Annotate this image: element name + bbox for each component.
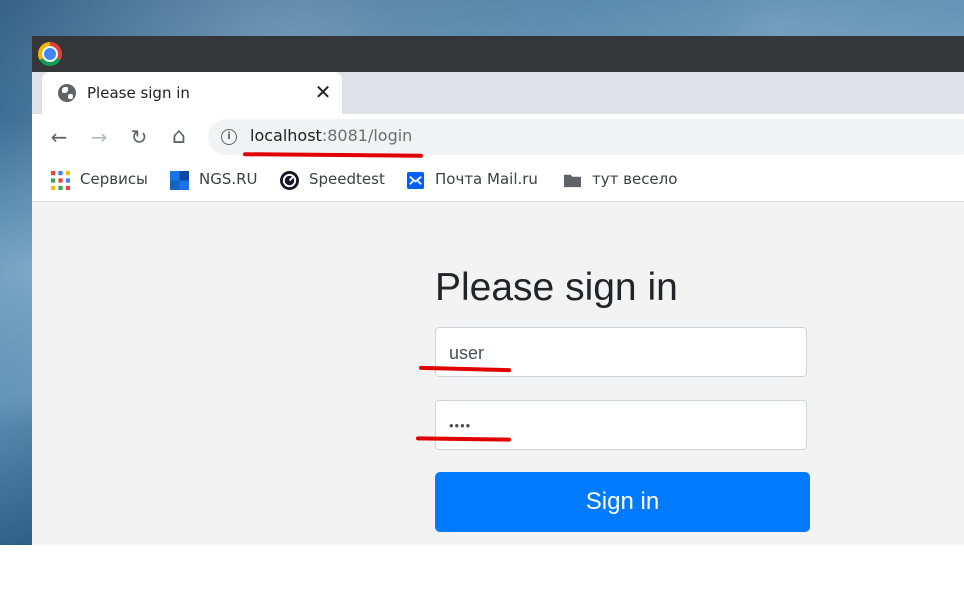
url-path: :8081/login <box>321 126 413 145</box>
browser-toolbar: ← → ↻ ⌂ i localhost:8081/login <box>32 114 964 160</box>
sign-in-button[interactable]: Sign in <box>435 472 810 532</box>
bookmark-label: NGS.RU <box>199 170 258 188</box>
speedtest-icon <box>280 171 299 190</box>
title-bar <box>32 36 964 72</box>
chrome-logo-icon <box>38 42 62 66</box>
ngs-icon <box>170 171 189 190</box>
bookmark-label: Speedtest <box>309 170 385 188</box>
folder-icon <box>563 174 582 188</box>
password-input[interactable]: •••• <box>435 400 807 450</box>
address-bar[interactable]: i localhost:8081/login <box>208 119 964 155</box>
tab-title: Please sign in <box>87 84 190 102</box>
bookmarks-bar: Сервисы NGS.RU Speedtest Почта Mail.ru т… <box>32 160 964 202</box>
home-button[interactable]: ⌂ <box>164 122 194 152</box>
tab-please-sign-in[interactable]: Please sign in ✕ <box>42 72 342 114</box>
info-icon[interactable]: i <box>221 129 237 145</box>
bookmark-label: Сервисы <box>80 170 148 188</box>
tab-strip: Please sign in ✕ <box>32 72 964 114</box>
bookmark-label: Почта Mail.ru <box>435 170 538 188</box>
browser-window: Please sign in ✕ ← → ↻ ⌂ i localhost:808… <box>32 36 964 545</box>
bookmark-label: тут весело <box>592 170 678 188</box>
back-button[interactable]: ← <box>44 122 74 152</box>
page-content: Please sign in user •••• Sign in <box>32 202 964 545</box>
forward-button[interactable]: → <box>84 122 114 152</box>
reload-button[interactable]: ↻ <box>124 122 154 152</box>
page-title: Please sign in <box>435 266 678 309</box>
apps-grid-icon <box>51 171 70 190</box>
url-text[interactable]: localhost:8081/login <box>250 126 412 145</box>
mail-icon <box>406 171 425 190</box>
close-icon[interactable]: ✕ <box>312 81 334 103</box>
url-host: localhost <box>250 126 322 145</box>
globe-icon <box>58 84 76 102</box>
